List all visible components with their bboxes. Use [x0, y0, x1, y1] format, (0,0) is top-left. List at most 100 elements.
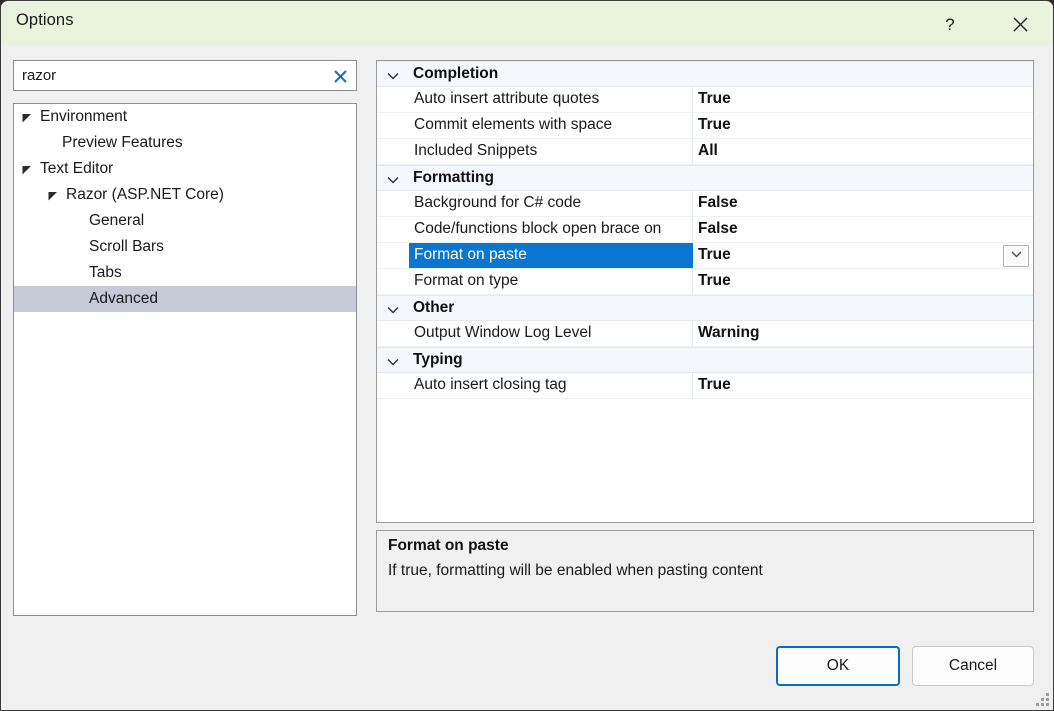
- chevron-down-icon[interactable]: [386, 355, 400, 367]
- grid-property-value: True: [698, 246, 731, 263]
- grid-property-name: Background for C# code: [414, 194, 582, 211]
- ok-button[interactable]: OK: [776, 646, 900, 686]
- tree-item-label: Tabs: [89, 264, 122, 281]
- grid-property-name: Code/functions block open brace on: [414, 220, 662, 237]
- grid-category-completion[interactable]: Completion: [377, 61, 1033, 87]
- clear-search-icon[interactable]: [330, 66, 350, 86]
- grid-row-auto-insert-attribute-quotes[interactable]: Auto insert attribute quotes True: [377, 87, 1033, 113]
- grid-cell-name[interactable]: Auto insert closing tag: [409, 373, 693, 398]
- tree-item-label: General: [89, 212, 145, 229]
- grid-cell-name[interactable]: Included Snippets: [409, 139, 693, 164]
- grid-property-value: True: [698, 116, 731, 133]
- grid-cell-value[interactable]: True: [693, 243, 1033, 268]
- grid-cell-value[interactable]: Warning: [693, 321, 1033, 346]
- search-box[interactable]: [13, 60, 357, 91]
- grid-row-format-on-paste[interactable]: Format on paste True: [377, 243, 1033, 269]
- tree-item-scroll-bars[interactable]: Scroll Bars: [14, 234, 356, 260]
- tree-item-razor-asp-net-core[interactable]: Razor (ASP.NET Core): [14, 182, 356, 208]
- tree-expander-icon[interactable]: [21, 111, 33, 123]
- grid-property-value: False: [698, 220, 738, 237]
- tree-item-label: Razor (ASP.NET Core): [66, 186, 224, 203]
- resize-grip[interactable]: [1034, 691, 1050, 707]
- resize-grip-dot: [1046, 698, 1049, 701]
- grid-cell-value[interactable]: True: [693, 373, 1033, 398]
- tree-item-environment[interactable]: Environment: [14, 104, 356, 130]
- tree-item-label: Preview Features: [62, 134, 183, 151]
- grid-property-value: True: [698, 90, 731, 107]
- options-property-grid[interactable]: Completion Auto insert attribute quotes Tr…: [376, 60, 1034, 523]
- grid-row-included-snippets[interactable]: Included Snippets All: [377, 139, 1033, 165]
- resize-grip-dot: [1041, 698, 1044, 701]
- chevron-down-icon[interactable]: [386, 69, 400, 81]
- grid-cell-name[interactable]: Format on paste: [409, 243, 693, 268]
- tree-item-text-editor[interactable]: Text Editor: [14, 156, 356, 182]
- question-mark-icon: ?: [945, 14, 955, 34]
- grid-cell-name[interactable]: Auto insert attribute quotes: [409, 87, 693, 112]
- grid-property-name: Auto insert attribute quotes: [414, 90, 600, 107]
- close-button[interactable]: [997, 3, 1043, 46]
- grid-row-output-window-log-level[interactable]: Output Window Log Level Warning: [377, 321, 1033, 347]
- options-category-tree[interactable]: Environment Preview Features Text Editor Ra…: [13, 103, 357, 616]
- resize-grip-dot: [1046, 703, 1049, 706]
- grid-cell-name[interactable]: Commit elements with space: [409, 113, 693, 138]
- tree-item-label: Text Editor: [40, 160, 114, 177]
- ok-button-label: OK: [826, 657, 850, 674]
- grid-category-label: Completion: [413, 65, 499, 82]
- tree-item-preview-features[interactable]: Preview Features: [14, 130, 356, 156]
- resize-grip-dot: [1041, 703, 1044, 706]
- tree-item-label: Advanced: [89, 290, 158, 307]
- grid-cell-value[interactable]: True: [693, 269, 1033, 294]
- grid-cell-value[interactable]: True: [693, 87, 1033, 112]
- tree-item-label: Environment: [40, 108, 128, 125]
- grid-property-name: Output Window Log Level: [414, 324, 592, 341]
- grid-property-value: All: [698, 142, 718, 159]
- description-title: Format on paste: [388, 537, 509, 554]
- grid-cell-name[interactable]: Output Window Log Level: [409, 321, 693, 346]
- grid-category-formatting[interactable]: Formatting: [377, 165, 1033, 191]
- grid-property-value: True: [698, 272, 731, 289]
- tree-item-tabs[interactable]: Tabs: [14, 260, 356, 286]
- resize-grip-dot: [1036, 703, 1039, 706]
- help-button[interactable]: ?: [927, 3, 973, 46]
- search-input[interactable]: [14, 61, 322, 90]
- grid-category-label: Formatting: [413, 169, 494, 186]
- tree-expander-icon[interactable]: [47, 189, 59, 201]
- grid-row-code-functions-block-open-brace-on[interactable]: Code/functions block open brace on False: [377, 217, 1033, 243]
- title-bar: Options ?: [2, 2, 1053, 46]
- grid-property-name: Auto insert closing tag: [414, 376, 567, 393]
- grid-category-label: Other: [413, 299, 455, 316]
- tree-item-general[interactable]: General: [14, 208, 356, 234]
- grid-property-name: Format on paste: [414, 246, 527, 263]
- window-title: Options: [16, 11, 74, 29]
- description-body: If true, formatting will be enabled when…: [388, 562, 763, 579]
- resize-grip-dot: [1046, 693, 1049, 696]
- grid-row-background-for-c-code[interactable]: Background for C# code False: [377, 191, 1033, 217]
- grid-property-name: Format on type: [414, 272, 519, 289]
- cancel-button[interactable]: Cancel: [912, 646, 1034, 686]
- grid-row-auto-insert-closing-tag[interactable]: Auto insert closing tag True: [377, 373, 1033, 399]
- chevron-down-icon[interactable]: [386, 303, 400, 315]
- grid-cell-name[interactable]: Format on type: [409, 269, 693, 294]
- tree-item-label: Scroll Bars: [89, 238, 164, 255]
- grid-category-typing[interactable]: Typing: [377, 347, 1033, 373]
- grid-category-other[interactable]: Other: [377, 295, 1033, 321]
- grid-cell-name[interactable]: Code/functions block open brace on: [409, 217, 693, 242]
- tree-item-advanced[interactable]: Advanced: [14, 286, 356, 312]
- grid-property-value: False: [698, 194, 738, 211]
- grid-property-value: Warning: [698, 324, 760, 341]
- grid-cell-value[interactable]: All: [693, 139, 1033, 164]
- grid-property-value: True: [698, 376, 731, 393]
- grid-row-commit-elements-with-space[interactable]: Commit elements with space True: [377, 113, 1033, 139]
- value-dropdown-button[interactable]: [1003, 245, 1029, 267]
- grid-cell-value[interactable]: False: [693, 217, 1033, 242]
- tree-expander-icon[interactable]: [21, 163, 33, 175]
- description-panel: Format on paste If true, formatting will…: [376, 530, 1034, 612]
- grid-cell-value[interactable]: True: [693, 113, 1033, 138]
- chevron-down-icon: [1010, 247, 1023, 265]
- grid-row-format-on-type[interactable]: Format on type True: [377, 269, 1033, 295]
- grid-cell-name[interactable]: Background for C# code: [409, 191, 693, 216]
- grid-category-label: Typing: [413, 351, 463, 368]
- options-dialog: Options ? Environment Preview Features Tex…: [0, 0, 1054, 711]
- chevron-down-icon[interactable]: [386, 173, 400, 185]
- grid-cell-value[interactable]: False: [693, 191, 1033, 216]
